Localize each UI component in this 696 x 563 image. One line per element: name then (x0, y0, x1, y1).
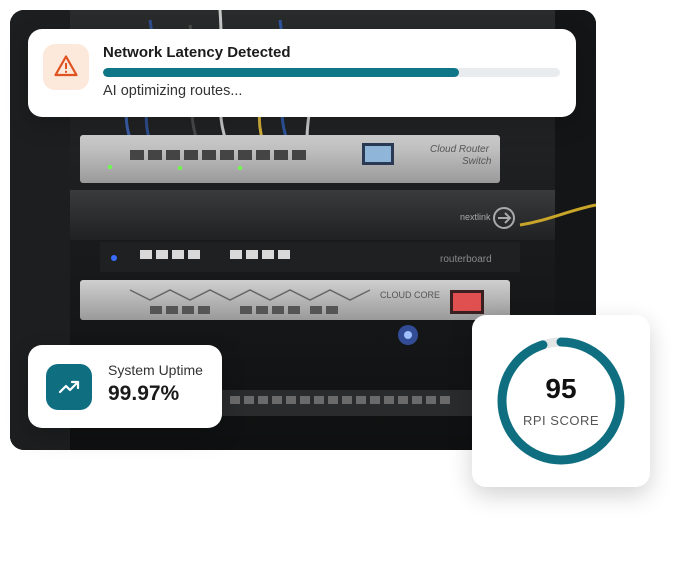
svg-text:Switch: Switch (462, 156, 492, 167)
score-label: RPI SCORE (522, 413, 599, 428)
svg-text:Cloud Router: Cloud Router (430, 144, 490, 155)
uptime-value: 99.97% (108, 382, 180, 405)
trending-up-icon (58, 380, 80, 394)
score-value: 95 (545, 373, 577, 404)
svg-text:nextlink: nextlink (460, 212, 491, 222)
uptime-label: System Uptime (108, 362, 203, 378)
alert-status-text: AI optimizing routes... (103, 83, 243, 99)
system-uptime-card[interactable]: System Uptime 99.97% (28, 345, 222, 428)
warning-triangle-icon (54, 55, 78, 77)
svg-text:CLOUD CORE: CLOUD CORE (380, 290, 440, 300)
warning-badge (43, 44, 89, 90)
progress-fill (103, 68, 460, 77)
trend-badge (46, 364, 92, 410)
svg-text:routerboard: routerboard (440, 254, 492, 265)
optimization-progress-bar (103, 68, 560, 77)
latency-alert-card[interactable]: Network Latency Detected AI optimizing r… (28, 29, 576, 117)
rpi-score-card[interactable]: 95 RPI SCORE (472, 315, 650, 487)
alert-title: Network Latency Detected (103, 44, 291, 61)
